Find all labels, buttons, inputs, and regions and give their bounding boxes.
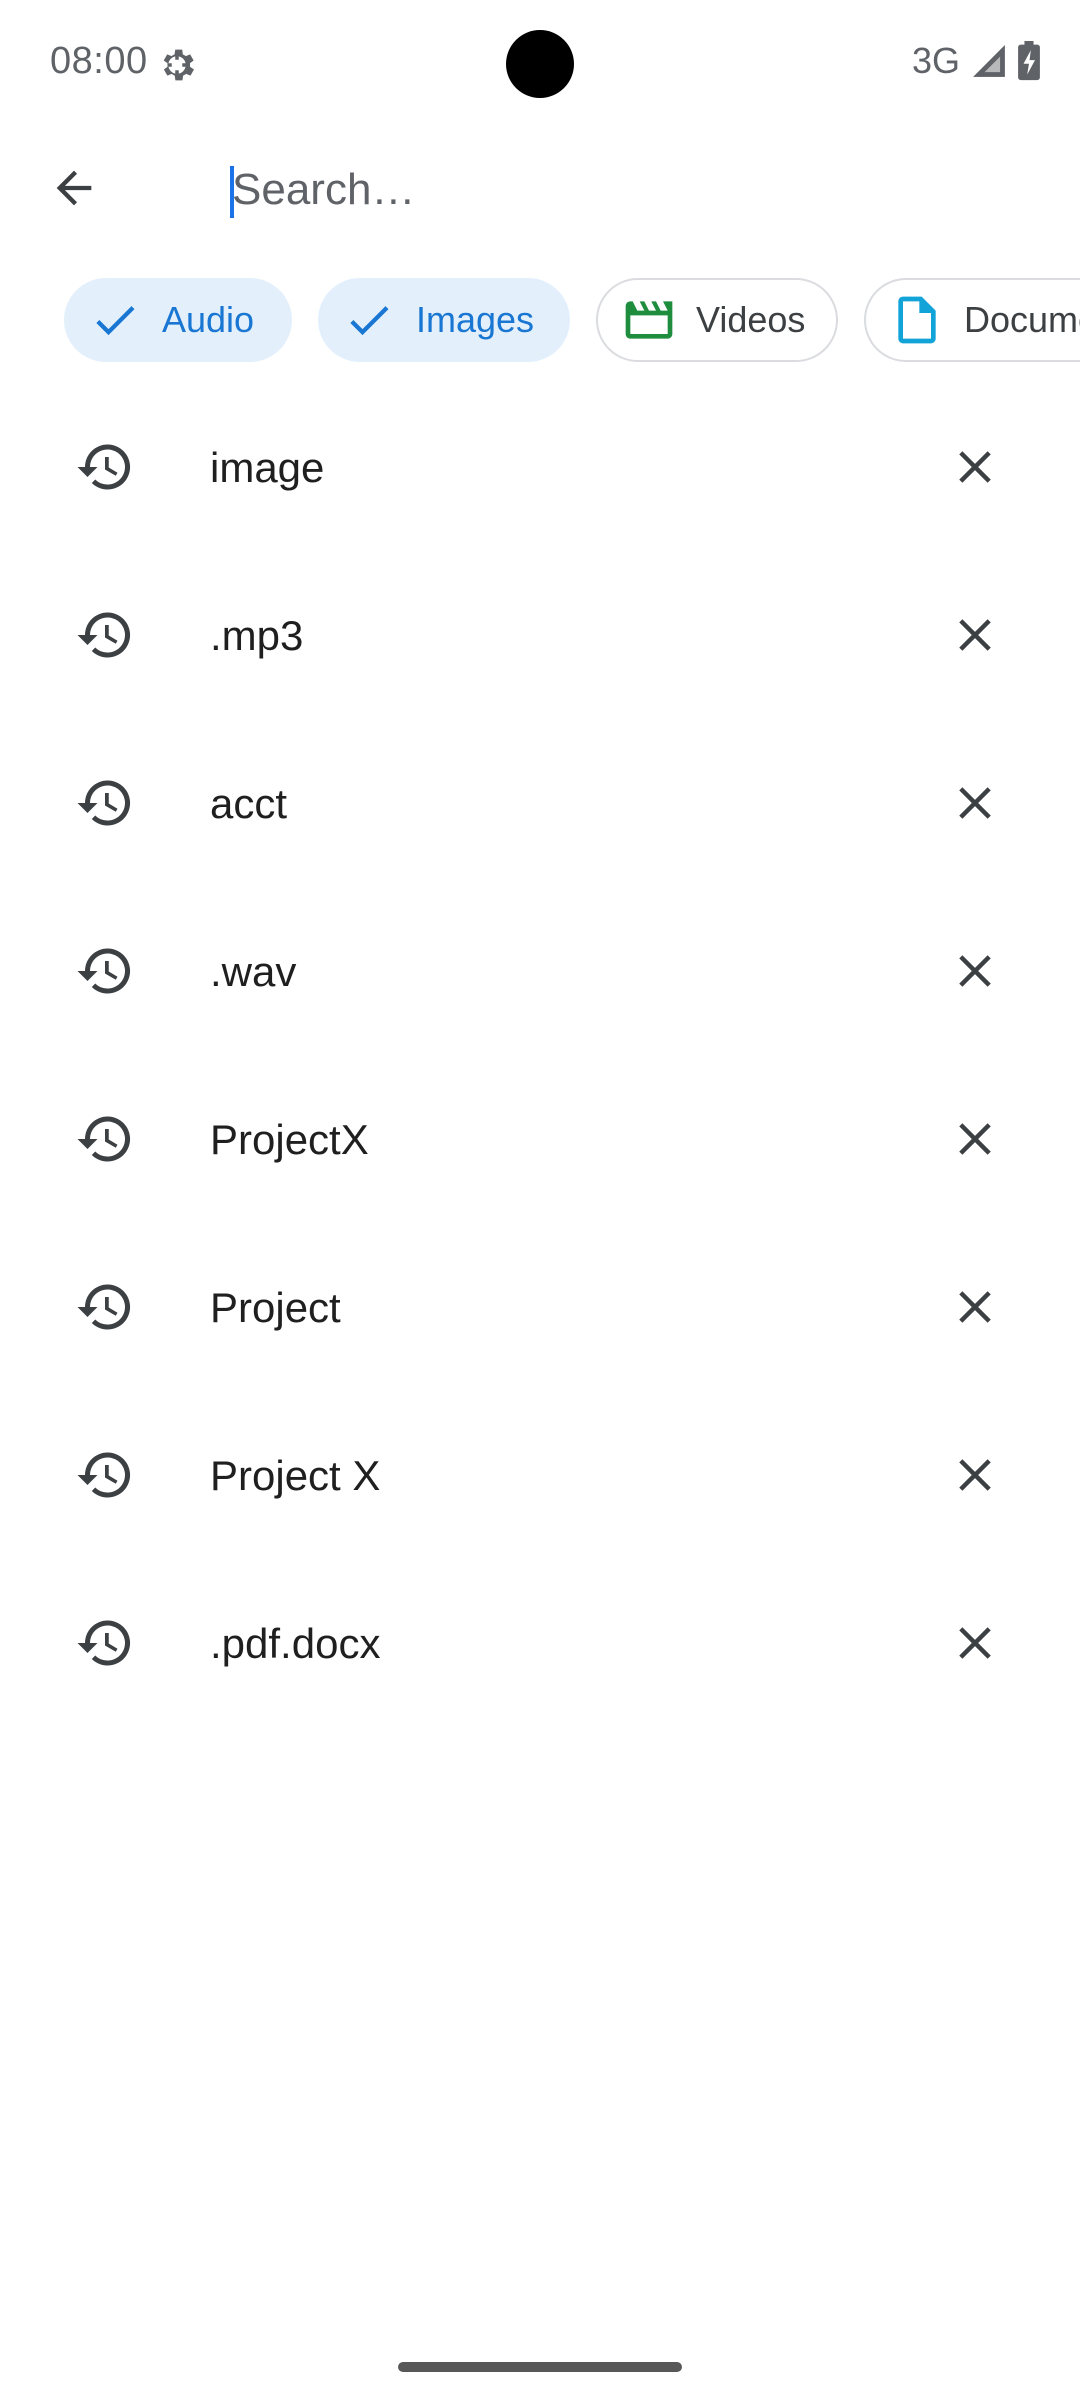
chip-label: Documents [964,299,1080,340]
text-cursor [230,166,234,218]
recent-search-item[interactable]: image [0,384,1080,552]
recent-search-item[interactable]: .wav [0,888,1080,1056]
chip-images[interactable]: Images [318,278,570,362]
status-time: 08:00 [50,40,148,82]
check-icon [340,291,398,349]
recent-search-text: .mp3 [210,612,304,659]
status-bar: 08:00 3G [0,0,1080,128]
remove-recent-button[interactable] [912,572,1038,698]
remove-recent-button[interactable] [912,740,1038,866]
history-icon-button[interactable] [42,1076,168,1202]
close-icon [959,955,991,987]
remove-recent-button[interactable] [912,404,1038,530]
search-toolbar [0,128,1080,252]
network-type: 3G [911,40,960,81]
close-icon [959,619,991,651]
camera-cutout [506,30,574,98]
history-icon [77,444,131,490]
remove-recent-button[interactable] [912,1244,1038,1370]
history-icon [77,612,131,658]
recent-search-item[interactable]: .pdf.docx [0,1560,1080,1728]
cell-signal-icon [970,42,1008,80]
recent-search-text: .pdf.docx [210,1620,381,1667]
check-icon [86,291,144,349]
recent-search-item[interactable]: ProjectX [0,1056,1080,1224]
close-icon [959,1627,991,1659]
gesture-nav-handle[interactable] [398,2362,682,2372]
chip-videos[interactable]: Videos [596,278,838,362]
chip-label: Images [416,299,535,340]
recent-search-text: ProjectX [210,1116,369,1163]
history-icon [77,1452,131,1498]
chip-label: Audio [162,299,255,340]
clapperboard-icon [620,291,678,349]
history-icon-button[interactable] [42,404,168,530]
history-icon [77,948,131,994]
history-icon [77,1620,131,1666]
recent-search-text: Project X [210,1452,381,1499]
battery-charging-icon [1016,41,1042,81]
close-icon [959,787,991,819]
remove-recent-button[interactable] [912,1580,1038,1706]
gear-icon [156,44,198,86]
history-icon-button[interactable] [42,1580,168,1706]
recent-search-text: .wav [210,948,297,995]
chip-audio[interactable]: Audio [64,278,292,362]
back-button[interactable] [32,148,116,232]
recent-search-item[interactable]: acct [0,720,1080,888]
history-icon [77,1116,131,1162]
recent-search-item[interactable]: Project [0,1224,1080,1392]
history-icon-button[interactable] [42,572,168,698]
recent-search-text: image [210,444,325,491]
chip-documents[interactable]: Documents [864,278,1080,362]
recent-search-text: Project [210,1284,341,1331]
document-icon [888,291,946,349]
history-icon-button[interactable] [42,1244,168,1370]
recent-search-item[interactable]: Project X [0,1392,1080,1560]
history-icon-button[interactable] [42,1412,168,1538]
remove-recent-button[interactable] [912,1076,1038,1202]
chip-label: Videos [696,299,806,340]
remove-recent-button[interactable] [912,908,1038,1034]
history-icon-button[interactable] [42,740,168,866]
recent-search-text: acct [210,780,288,827]
close-icon [959,1123,991,1155]
recent-search-item[interactable]: .mp3 [0,552,1080,720]
history-icon [77,780,131,826]
filter-chips: Audio Images Videos Documents [0,256,1080,384]
arrow-back-icon [48,162,100,219]
recent-searches-list: image .mp3 acct .wav ProjectX Project Pr… [0,384,1080,1728]
close-icon [959,1459,991,1491]
close-icon [959,1291,991,1323]
status-indicators: 3G [912,40,1042,82]
close-icon [959,451,991,483]
history-icon-button[interactable] [42,908,168,1034]
search-input[interactable] [212,146,1052,234]
remove-recent-button[interactable] [912,1412,1038,1538]
history-icon [77,1284,131,1330]
